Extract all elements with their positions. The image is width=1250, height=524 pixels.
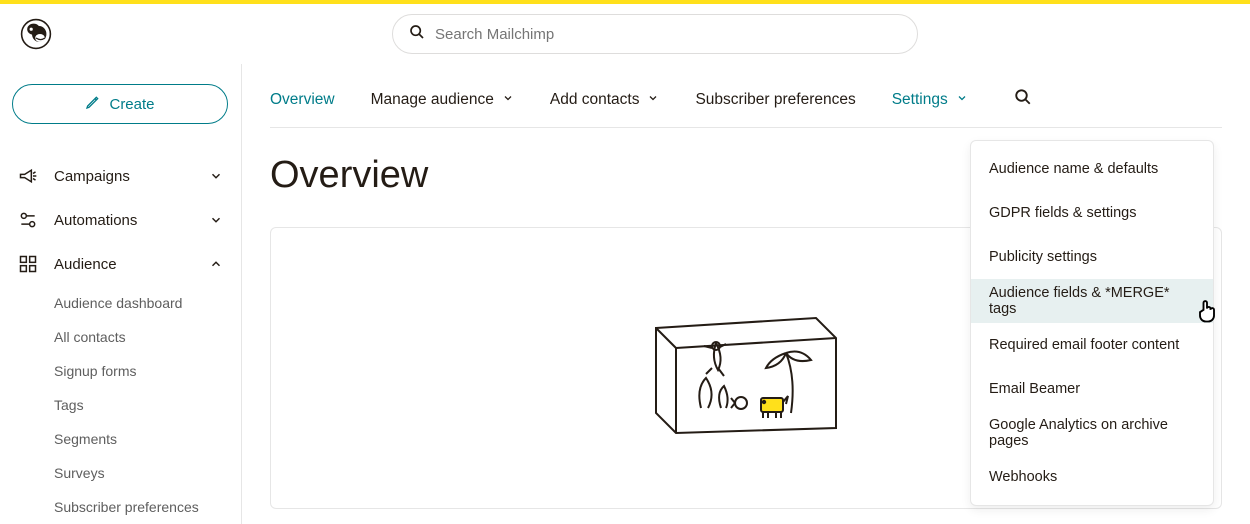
- search-box[interactable]: [392, 14, 918, 54]
- tab-subscriber-preferences[interactable]: Subscriber preferences: [695, 91, 855, 109]
- sub-item-label: Surveys: [54, 465, 105, 481]
- sub-item-label: Signup forms: [54, 363, 136, 379]
- sidebar-sub-signup-forms[interactable]: Signup forms: [54, 354, 229, 388]
- tab-label: Add contacts: [550, 91, 640, 109]
- sub-item-label: Audience dashboard: [54, 295, 182, 311]
- create-button[interactable]: Create: [12, 84, 228, 124]
- dropdown-label: Publicity settings: [989, 249, 1097, 265]
- sidebar-sub-subscriber-preferences[interactable]: Subscriber preferences: [54, 490, 229, 524]
- audience-subitems: Audience dashboard All contacts Signup f…: [12, 286, 229, 524]
- tab-bar: Overview Manage audience Add contacts Su…: [270, 88, 1222, 128]
- dropdown-label: GDPR fields & settings: [989, 205, 1136, 221]
- sub-item-label: Tags: [54, 397, 84, 413]
- tab-label: Subscriber preferences: [695, 91, 855, 109]
- dropdown-item-merge-tags[interactable]: Audience fields & *MERGE* tags: [971, 279, 1213, 323]
- sidebar-item-label: Automations: [54, 212, 209, 229]
- settings-dropdown: Audience name & defaults GDPR fields & s…: [970, 140, 1214, 506]
- sidebar-item-campaigns[interactable]: Campaigns: [12, 154, 229, 198]
- chevron-down-icon: [502, 91, 514, 109]
- dropdown-label: Required email footer content: [989, 337, 1179, 353]
- aquarium-illustration-icon: [646, 298, 846, 438]
- tab-search-icon[interactable]: [1014, 88, 1032, 111]
- dropdown-item-gdpr[interactable]: GDPR fields & settings: [971, 191, 1213, 235]
- dropdown-item-webhooks[interactable]: Webhooks: [971, 455, 1213, 499]
- dropdown-item-email-beamer[interactable]: Email Beamer: [971, 367, 1213, 411]
- mailchimp-logo-icon[interactable]: [20, 18, 52, 50]
- chevron-up-icon: [209, 257, 223, 271]
- sidebar-sub-tags[interactable]: Tags: [54, 388, 229, 422]
- sidebar-sub-audience-dashboard[interactable]: Audience dashboard: [54, 286, 229, 320]
- tab-label: Settings: [892, 91, 948, 109]
- create-label: Create: [109, 96, 154, 113]
- main-content: Overview Manage audience Add contacts Su…: [242, 64, 1250, 524]
- chevron-down-icon: [647, 91, 659, 109]
- automations-icon: [18, 210, 38, 230]
- top-header: [0, 4, 1250, 64]
- chevron-down-icon: [209, 213, 223, 227]
- dropdown-label: Email Beamer: [989, 381, 1080, 397]
- sidebar-item-audience[interactable]: Audience: [12, 242, 229, 286]
- audience-icon: [18, 254, 38, 274]
- cursor-hand-icon: [1193, 297, 1221, 325]
- sidebar-item-automations[interactable]: Automations: [12, 198, 229, 242]
- tab-label: Manage audience: [371, 91, 494, 109]
- chevron-down-icon: [956, 91, 968, 109]
- pencil-icon: [85, 94, 109, 114]
- dropdown-item-footer-content[interactable]: Required email footer content: [971, 323, 1213, 367]
- sidebar-sub-segments[interactable]: Segments: [54, 422, 229, 456]
- tab-settings[interactable]: Settings: [892, 91, 968, 109]
- sub-item-label: Subscriber preferences: [54, 499, 199, 515]
- chevron-down-icon: [209, 169, 223, 183]
- sidebar-item-label: Campaigns: [54, 168, 209, 185]
- dropdown-label: Audience name & defaults: [989, 161, 1158, 177]
- dropdown-label: Webhooks: [989, 469, 1057, 485]
- tab-label: Overview: [270, 91, 335, 109]
- search-icon: [409, 24, 425, 45]
- dropdown-item-publicity[interactable]: Publicity settings: [971, 235, 1213, 279]
- sidebar-sub-all-contacts[interactable]: All contacts: [54, 320, 229, 354]
- dropdown-label: Google Analytics on archive pages: [989, 417, 1195, 449]
- search-input[interactable]: [435, 26, 901, 43]
- dropdown-label: Audience fields & *MERGE* tags: [989, 285, 1195, 317]
- dropdown-item-google-analytics[interactable]: Google Analytics on archive pages: [971, 411, 1213, 455]
- sidebar: Create Campaigns Automations Audie: [0, 64, 242, 524]
- sub-item-label: Segments: [54, 431, 117, 447]
- sidebar-item-label: Audience: [54, 256, 209, 273]
- tab-overview[interactable]: Overview: [270, 91, 335, 109]
- tab-manage-audience[interactable]: Manage audience: [371, 91, 514, 109]
- tab-add-contacts[interactable]: Add contacts: [550, 91, 660, 109]
- sub-item-label: All contacts: [54, 329, 126, 345]
- megaphone-icon: [18, 166, 38, 186]
- dropdown-item-audience-name[interactable]: Audience name & defaults: [971, 147, 1213, 191]
- sidebar-sub-surveys[interactable]: Surveys: [54, 456, 229, 490]
